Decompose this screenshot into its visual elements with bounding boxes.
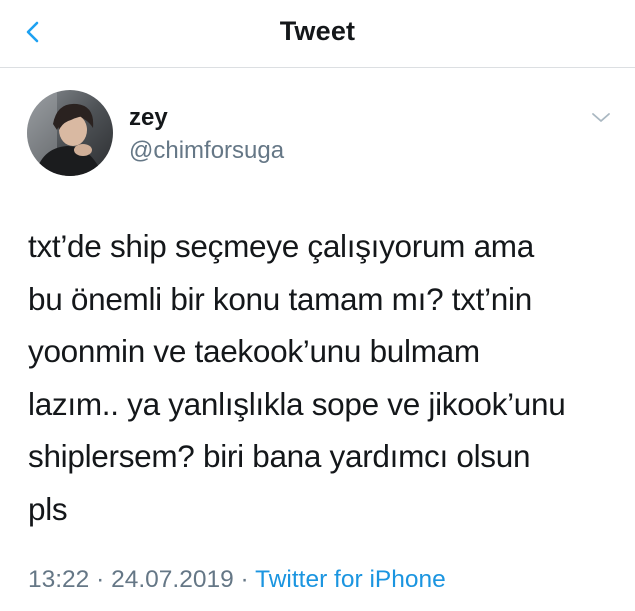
tweet-text: txt’de ship seçmeye çalışıyorum ama bu ö… [28,220,618,535]
tweet-text-line: shiplersem? biri bana yardımcı olsun [28,438,531,474]
tweet-text-line: bu önemli bir konu tamam mı? txt’nin [28,280,532,317]
tweet-text-line: pls [28,490,68,527]
tweet-date: 24.07.2019 [111,566,234,593]
meta-separator: · [96,566,105,593]
user-handle[interactable]: @chimforsuga [129,137,284,165]
page-title: Tweet [279,16,356,46]
tweet-source-link[interactable]: Twitter for iPhone [255,566,446,593]
user-name[interactable]: zey [129,104,168,132]
tweet-metadata: 13:22 · 24.07.2019 · Twitter for iPhone [28,566,446,594]
avatar[interactable] [27,90,113,176]
chevron-down-icon [592,113,610,122]
tweet-text-line: txt’de ship seçmeye çalışıyorum ama [28,228,534,264]
tweet-text-line: lazım.. ya yanlışlıkla sope ve jikook’un… [28,385,566,422]
tweet-text-line: yoonmin ve taekook’unu bulmam [28,333,480,369]
top-bar: Tweet [0,0,635,68]
tweet-time: 13:22 [28,566,90,593]
tweet-menu-button[interactable] [588,108,614,128]
meta-separator: · [240,566,249,593]
tweet-detail: zey @chimforsuga txt’de ship seçmeye çal… [0,68,635,611]
profile-photo-icon [27,90,113,176]
